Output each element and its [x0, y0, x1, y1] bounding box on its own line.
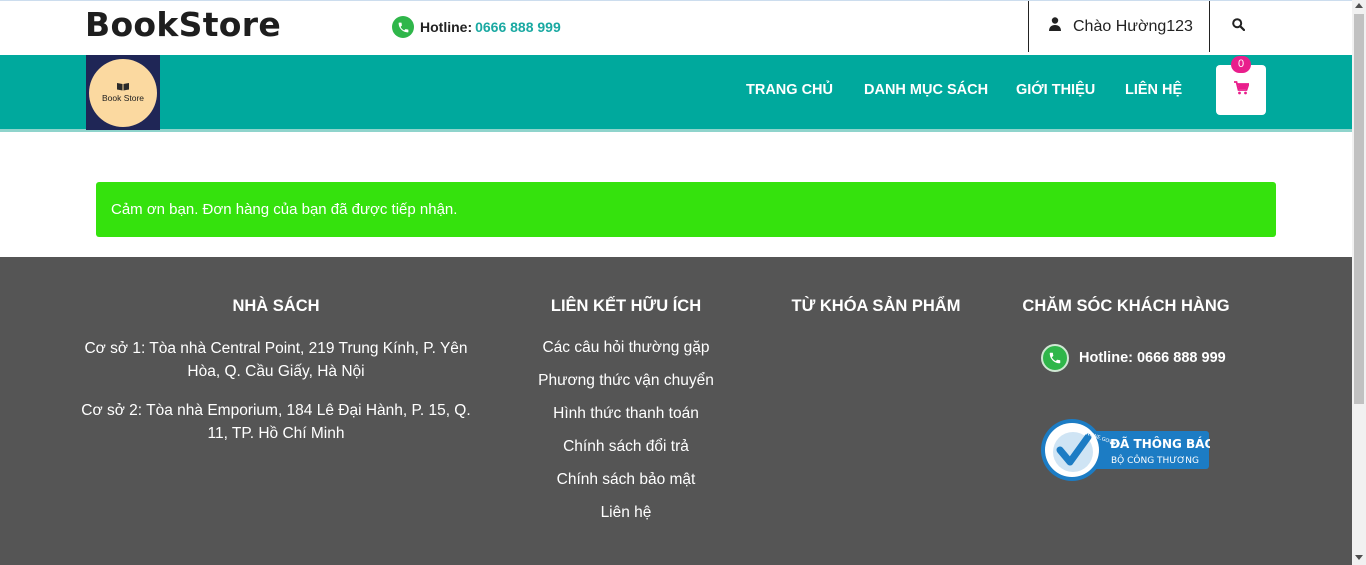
search-button[interactable] [1211, 1, 1265, 52]
scroll-up-arrow-icon[interactable] [1355, 3, 1363, 8]
top-bar: BookStore Hotline: 0666 888 999 Chào Hườ… [0, 0, 1352, 56]
footer-customer-care-title: CHĂM SÓC KHÁCH HÀNG [1022, 297, 1230, 315]
scroll-down-arrow-icon[interactable] [1355, 555, 1363, 560]
user-icon [1049, 17, 1061, 36]
nav-item-about[interactable]: GIỚI THIỆU [1016, 82, 1095, 98]
footer-hotline[interactable]: Hotline: 0666 888 999 [1041, 344, 1226, 372]
site-footer: NHÀ SÁCH Cơ sở 1: Tòa nhà Central Point,… [0, 257, 1352, 565]
footer-link-payment[interactable]: Hình thức thanh toán [526, 405, 726, 423]
book-icon [116, 82, 130, 93]
success-message: Cảm ơn bạn. Đơn hàng của bạn đã được tiế… [111, 201, 458, 218]
logo-label: Book Store [101, 93, 145, 103]
footer-link-faq[interactable]: Các câu hỏi thường gặp [526, 339, 726, 357]
badge-line-1: ĐÃ THÔNG BÁO [1110, 436, 1210, 451]
footer-link-contact[interactable]: Liên hệ [526, 504, 726, 522]
user-greeting: Chào Hường123 [1073, 17, 1193, 35]
scrollbar-thumb[interactable] [1354, 14, 1364, 404]
user-account-button[interactable]: Chào Hường123 [1028, 1, 1210, 52]
nav-item-home[interactable]: TRANG CHỦ [746, 82, 833, 98]
footer-hotline-text: Hotline: 0666 888 999 [1079, 350, 1226, 366]
order-success-alert: Cảm ơn bạn. Đơn hàng của bạn đã được tiế… [96, 182, 1276, 237]
nav-item-contact[interactable]: LIÊN HỆ [1125, 82, 1182, 98]
shopping-cart-icon [1233, 80, 1250, 100]
badge-line-2: BỘ CÔNG THƯƠNG [1111, 454, 1199, 466]
verified-badge-icon: ONLINE.GOV.VN ĐÃ THÔNG BÁO BỘ CÔNG THƯƠN… [1041, 419, 1215, 481]
phone-icon [1041, 344, 1069, 372]
footer-bookstore-title: NHÀ SÁCH [232, 297, 320, 315]
store-logo[interactable]: Book Store [86, 55, 160, 130]
cart-count-badge: 0 [1231, 56, 1251, 73]
hotline-label: Hotline: [420, 19, 473, 35]
footer-link-shipping[interactable]: Phương thức vận chuyển [526, 372, 726, 390]
footer-address-1: Cơ sở 1: Tòa nhà Central Point, 219 Trun… [84, 340, 468, 380]
footer-link-privacy[interactable]: Chính sách bảo mật [526, 471, 726, 489]
footer-link-returns[interactable]: Chính sách đổi trả [526, 438, 726, 456]
phone-icon [392, 16, 414, 38]
nav-item-book-categories[interactable]: DANH MỤC SÁCH [864, 82, 988, 98]
header-hotline: Hotline: 0666 888 999 [392, 16, 561, 38]
brand-logo-text[interactable]: BookStore [85, 5, 281, 44]
main-navbar: Book Store TRANG CHỦ DANH MỤC SÁCH GIỚI … [0, 55, 1352, 132]
footer-product-keywords-title: TỪ KHÓA SẢN PHẨM [791, 297, 961, 315]
footer-useful-links-title: LIÊN KẾT HỮU ÍCH [550, 297, 702, 315]
hotline-number[interactable]: 0666 888 999 [475, 19, 561, 35]
footer-address-2: Cơ sở 2: Tòa nhà Emporium, 184 Lê Đại Hà… [81, 402, 471, 442]
logo-badge: Book Store [89, 58, 157, 127]
ministry-of-trade-badge[interactable]: ONLINE.GOV.VN ĐÃ THÔNG BÁO BỘ CÔNG THƯƠN… [1040, 417, 1215, 483]
search-icon [1231, 17, 1245, 36]
